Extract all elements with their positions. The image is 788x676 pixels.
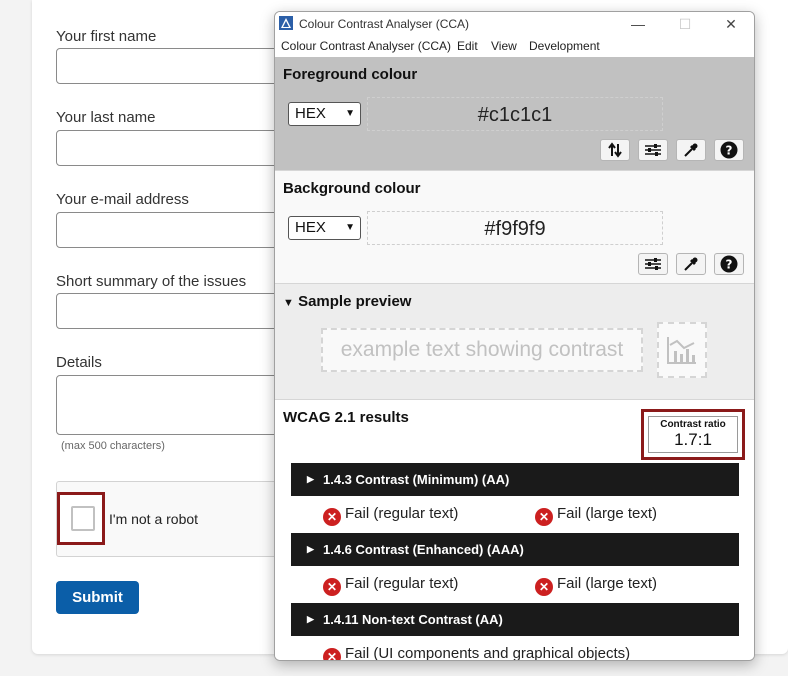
menu-bar: Colour Contrast Analyser (CCA) Edit View… xyxy=(275,37,754,57)
criterion-1-4-6-label: 1.4.6 Contrast (Enhanced) (AAA) xyxy=(323,542,524,557)
wcag-results-title: WCAG 2.1 results xyxy=(283,409,409,426)
chart-graphic-icon xyxy=(667,337,696,364)
foreground-sliders-button[interactable] xyxy=(638,139,668,161)
fail-x-icon: ✕ xyxy=(323,578,341,596)
criterion-1-4-11-toggle[interactable]: ▶ 1.4.11 Non-text Contrast (AA) xyxy=(291,603,739,636)
fail-x-icon: ✕ xyxy=(535,508,553,526)
fail-x-icon: ✕ xyxy=(535,578,553,596)
criterion-1-4-11-label: 1.4.11 Non-text Contrast (AA) xyxy=(323,612,503,627)
captcha-highlight-frame xyxy=(57,492,105,545)
background-format-select[interactable]: HEX ▼ xyxy=(288,216,361,240)
sample-text-preview: example text showing contrast xyxy=(321,328,643,372)
maximize-icon[interactable]: ☐ xyxy=(676,15,694,33)
triangle-right-icon: ▶ xyxy=(307,544,314,554)
window-title: Colour Contrast Analyser (CCA) xyxy=(299,17,470,31)
background-eyedropper-button[interactable] xyxy=(676,253,706,275)
criterion-1-4-3-toggle[interactable]: ▶ 1.4.3 Contrast (Minimum) (AA) xyxy=(291,463,739,496)
result-1-4-6-large: ✕ Fail (large text) xyxy=(535,574,658,596)
triangle-right-icon: ▶ xyxy=(307,474,314,484)
submit-button[interactable]: Submit xyxy=(56,581,139,614)
contrast-ratio-box: Contrast ratio 1.7:1 xyxy=(648,416,738,453)
svg-text:?: ? xyxy=(726,144,733,158)
contrast-ratio-value: 1.7:1 xyxy=(674,430,712,449)
last-name-label: Your last name xyxy=(56,109,156,126)
result-1-4-3-regular: ✕ Fail (regular text) xyxy=(323,504,459,526)
captcha-checkbox[interactable] xyxy=(71,506,95,531)
minimize-icon[interactable]: — xyxy=(629,15,647,33)
sample-graphic-preview xyxy=(657,322,707,378)
sample-preview-section: ▼ Sample preview example text showing co… xyxy=(275,283,754,399)
triangle-down-icon: ▼ xyxy=(283,297,294,309)
foreground-color-input[interactable]: #c1c1c1 xyxy=(367,97,663,131)
eyedropper-icon xyxy=(684,257,698,271)
foreground-eyedropper-button[interactable] xyxy=(676,139,706,161)
details-label: Details xyxy=(56,354,102,371)
sample-preview-toggle[interactable]: ▼ Sample preview xyxy=(283,293,411,310)
criterion-1-4-6-toggle[interactable]: ▶ 1.4.6 Contrast (Enhanced) (AAA) xyxy=(291,533,739,566)
svg-text:?: ? xyxy=(726,258,733,272)
sample-preview-title: Sample preview xyxy=(298,293,412,310)
first-name-label: Your first name xyxy=(56,28,157,45)
foreground-format-value: HEX xyxy=(295,105,326,122)
fail-x-icon: ✕ xyxy=(323,648,341,660)
result-text: Fail (UI components and graphical object… xyxy=(345,645,631,661)
background-help-button[interactable]: ? xyxy=(714,253,744,275)
summary-label: Short summary of the issues xyxy=(56,273,247,290)
result-1-4-11-ui: ✕ Fail (UI components and graphical objec… xyxy=(323,644,631,661)
criterion-1-4-3-label: 1.4.3 Contrast (Minimum) (AA) xyxy=(323,472,510,487)
chevron-down-icon: ▼ xyxy=(345,222,355,233)
result-text: Fail (regular text) xyxy=(345,505,459,522)
background-color-input[interactable]: #f9f9f9 xyxy=(367,211,663,245)
background-format-value: HEX xyxy=(295,219,326,236)
email-label: Your e-mail address xyxy=(56,191,189,208)
background-sliders-button[interactable] xyxy=(638,253,668,275)
window-titlebar[interactable]: Colour Contrast Analyser (CCA) — ☐ ✕ xyxy=(275,12,754,36)
contrast-ratio-label: Contrast ratio xyxy=(660,419,726,430)
result-1-4-3-large: ✕ Fail (large text) xyxy=(535,504,658,526)
foreground-title: Foreground colour xyxy=(283,66,418,83)
fail-x-icon: ✕ xyxy=(323,508,341,526)
menu-app[interactable]: Colour Contrast Analyser (CCA) xyxy=(281,39,451,53)
menu-edit[interactable]: Edit xyxy=(457,39,478,53)
result-1-4-6-regular: ✕ Fail (regular text) xyxy=(323,574,459,596)
result-text: Fail (large text) xyxy=(557,505,658,522)
swap-colours-button[interactable] xyxy=(600,139,630,161)
swap-arrows-icon xyxy=(608,142,622,158)
details-hint: (max 500 characters) xyxy=(61,440,165,452)
sliders-icon xyxy=(645,258,661,270)
foreground-section: Foreground colour HEX ▼ #c1c1c1 ? xyxy=(275,57,754,170)
close-icon[interactable]: ✕ xyxy=(722,15,740,33)
captcha-label: I'm not a robot xyxy=(109,511,199,527)
triangle-right-icon: ▶ xyxy=(307,614,314,624)
cca-app-icon xyxy=(279,16,293,30)
background-title: Background colour xyxy=(283,180,421,197)
chevron-down-icon: ▼ xyxy=(345,108,355,119)
result-text: Fail (regular text) xyxy=(345,575,459,592)
menu-view[interactable]: View xyxy=(491,39,517,53)
foreground-help-button[interactable]: ? xyxy=(714,139,744,161)
eyedropper-icon xyxy=(684,143,698,157)
help-icon: ? xyxy=(720,141,738,159)
menu-development[interactable]: Development xyxy=(529,39,600,53)
wcag-results-section: WCAG 2.1 results Contrast ratio 1.7:1 ▶ … xyxy=(275,399,754,661)
sliders-icon xyxy=(645,144,661,156)
contrast-ratio-highlight: Contrast ratio 1.7:1 xyxy=(641,409,745,460)
result-text: Fail (large text) xyxy=(557,575,658,592)
help-icon: ? xyxy=(720,255,738,273)
cca-window: Colour Contrast Analyser (CCA) — ☐ ✕ Col… xyxy=(274,11,755,661)
background-section: Background colour HEX ▼ #f9f9f9 ? xyxy=(275,170,754,283)
foreground-format-select[interactable]: HEX ▼ xyxy=(288,102,361,126)
